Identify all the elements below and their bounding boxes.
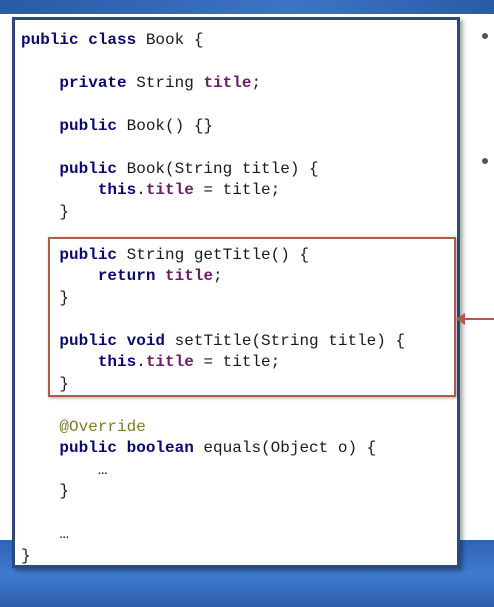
- code-line: public Book(String title) {: [21, 159, 319, 179]
- annotation-token: @Override: [59, 418, 146, 436]
- code-token: Book() {}: [117, 117, 214, 135]
- keyword-token: this: [97, 181, 137, 199]
- code-token: Book(String title) {: [117, 160, 319, 178]
- code-token: }: [21, 482, 70, 500]
- bullet-icon: [482, 158, 488, 164]
- keyword-token: private: [59, 74, 127, 92]
- code-line: }: [21, 481, 69, 501]
- code-token: .: [136, 181, 146, 199]
- code-line: }: [21, 546, 31, 566]
- keyword-token: public boolean: [59, 439, 194, 457]
- code-line: private String title;: [21, 73, 261, 93]
- code-token: …: [21, 525, 70, 543]
- bullet-icon: [482, 33, 488, 39]
- arrow-head-icon: [456, 313, 465, 325]
- slide-right-strip: [464, 14, 494, 554]
- code-line: }: [21, 202, 69, 222]
- arrow-icon: [462, 318, 494, 320]
- code-token: …: [21, 461, 108, 479]
- code-token: equals(Object o) {: [193, 439, 377, 457]
- code-token: }: [21, 547, 31, 565]
- keyword-token: public: [59, 160, 118, 178]
- code-line: public Book() {}: [21, 116, 213, 136]
- keyword-token: public: [59, 117, 118, 135]
- code-line: …: [21, 460, 108, 480]
- field-token: title: [145, 181, 194, 199]
- code-token: ;: [251, 74, 262, 92]
- getter-setter-highlight-box: [48, 237, 456, 397]
- code-line: @Override: [21, 417, 146, 437]
- code-token: }: [21, 203, 70, 221]
- code-line: public class Book {: [21, 30, 203, 50]
- code-line: …: [21, 524, 69, 544]
- code-line: this.title = title;: [21, 180, 280, 200]
- code-line: public boolean equals(Object o) {: [21, 438, 376, 458]
- code-token: String: [126, 74, 204, 92]
- code-token: = title;: [193, 181, 281, 199]
- field-token: title: [203, 74, 252, 92]
- keyword-token: public class: [21, 31, 137, 49]
- slide-top-band: [0, 0, 494, 14]
- code-token: Book {: [136, 31, 204, 49]
